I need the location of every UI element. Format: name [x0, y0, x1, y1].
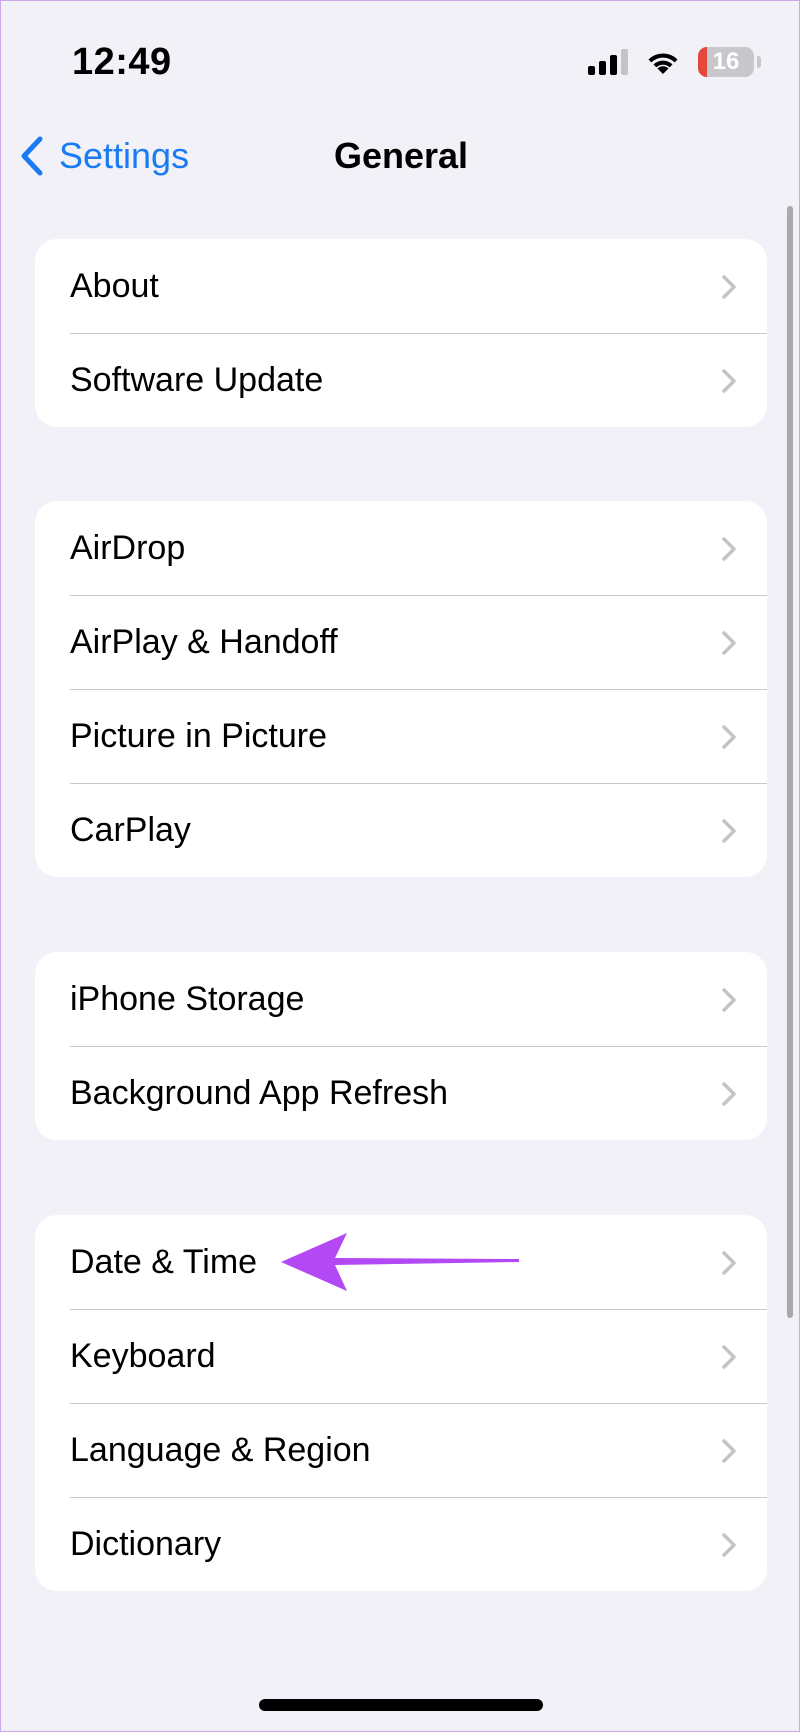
- settings-row-picture-in-picture[interactable]: Picture in Picture: [35, 689, 767, 783]
- battery-fill: [698, 47, 707, 77]
- row-label: Software Update: [70, 360, 324, 399]
- wifi-icon: [648, 53, 678, 74]
- chevron-right-icon: [722, 1533, 736, 1557]
- settings-general-screen: 12:49 16 General Settings About Software…: [0, 0, 800, 1732]
- navigation-bar: General Settings: [1, 121, 800, 191]
- scroll-indicator[interactable]: [787, 206, 793, 1318]
- settings-row-software-update[interactable]: Software Update: [35, 333, 767, 427]
- chevron-right-icon: [722, 631, 736, 655]
- status-time: 12:49: [72, 41, 172, 83]
- row-label: Date & Time: [70, 1242, 258, 1281]
- cellular-signal-icon: [588, 49, 628, 75]
- row-label: Picture in Picture: [70, 716, 327, 755]
- settings-row-airdrop[interactable]: AirDrop: [35, 501, 767, 595]
- chevron-right-icon: [722, 537, 736, 561]
- row-label: AirPlay & Handoff: [70, 622, 338, 661]
- chevron-right-icon: [722, 819, 736, 843]
- home-indicator[interactable]: [259, 1699, 543, 1711]
- settings-row-language-region[interactable]: Language & Region: [35, 1403, 767, 1497]
- row-label: AirDrop: [70, 528, 186, 567]
- annotation-arrow-icon: [281, 1233, 519, 1291]
- settings-group-airdrop: AirDrop AirPlay & Handoff Picture in Pic…: [35, 501, 767, 877]
- settings-group-about: About Software Update: [35, 239, 767, 427]
- settings-row-keyboard[interactable]: Keyboard: [35, 1309, 767, 1403]
- settings-row-dictionary[interactable]: Dictionary: [35, 1497, 767, 1591]
- chevron-right-icon: [722, 725, 736, 749]
- row-label: Background App Refresh: [70, 1073, 449, 1112]
- status-bar: 12:49 16: [1, 1, 800, 121]
- settings-row-carplay[interactable]: CarPlay: [35, 783, 767, 877]
- row-label: CarPlay: [70, 810, 191, 849]
- battery-cap: [757, 56, 761, 68]
- chevron-right-icon: [722, 1082, 736, 1106]
- back-button[interactable]: Settings: [19, 131, 189, 181]
- settings-row-airplay-handoff[interactable]: AirPlay & Handoff: [35, 595, 767, 689]
- status-icons: 16: [588, 45, 761, 79]
- settings-row-background-app-refresh[interactable]: Background App Refresh: [35, 1046, 767, 1140]
- chevron-right-icon: [722, 275, 736, 299]
- battery-level: 16: [712, 48, 740, 75]
- chevron-right-icon: [722, 1439, 736, 1463]
- back-button-label: Settings: [59, 135, 190, 176]
- settings-row-about[interactable]: About: [35, 239, 767, 333]
- chevron-right-icon: [722, 369, 736, 393]
- chevron-right-icon: [722, 1345, 736, 1369]
- chevron-left-icon: [21, 136, 43, 176]
- chevron-right-icon: [722, 1251, 736, 1275]
- battery-indicator: 16: [698, 47, 761, 77]
- battery-icon: 16: [698, 47, 754, 77]
- row-label: Keyboard: [70, 1336, 216, 1375]
- row-label: About: [70, 266, 159, 305]
- settings-group-storage: iPhone Storage Background App Refresh: [35, 952, 767, 1140]
- row-label: Dictionary: [70, 1524, 222, 1563]
- row-label: Language & Region: [70, 1430, 371, 1469]
- row-label: iPhone Storage: [70, 979, 305, 1018]
- chevron-right-icon: [722, 988, 736, 1012]
- settings-row-iphone-storage[interactable]: iPhone Storage: [35, 952, 767, 1046]
